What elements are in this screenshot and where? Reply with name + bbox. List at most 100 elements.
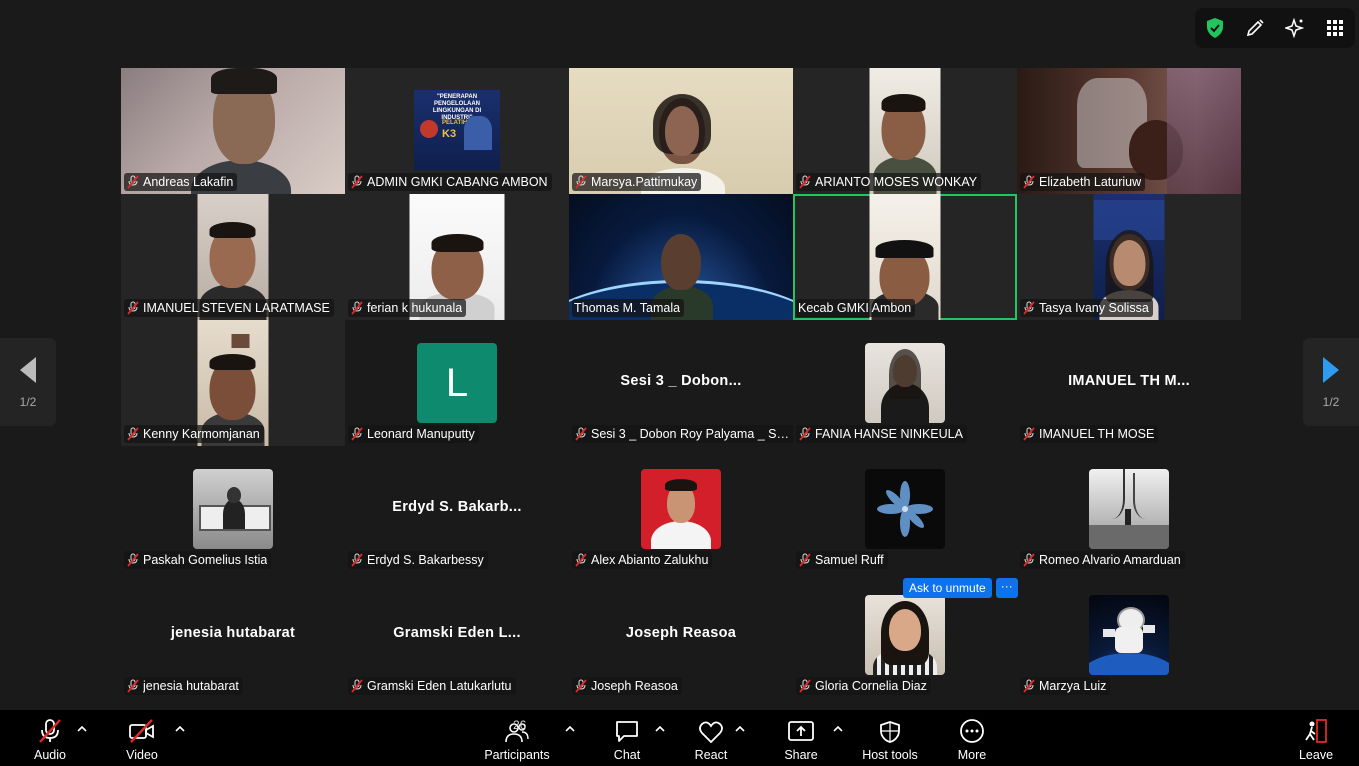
participant-tile[interactable]: Thomas M. Tamala bbox=[569, 194, 793, 320]
participant-name: Kenny Karmomjanan bbox=[143, 427, 260, 441]
microphone-muted-icon bbox=[39, 719, 61, 743]
participant-tile[interactable]: Paskah Gomelius Istia bbox=[121, 446, 345, 572]
participant-name-tag: Alex Abianto Zalukhu bbox=[572, 551, 713, 569]
participant-tile[interactable]: Joseph Reasoa Joseph Reasoa bbox=[569, 572, 793, 698]
microphone-muted-icon bbox=[127, 301, 139, 315]
participant-name-tag: Marzya Luiz bbox=[1020, 677, 1111, 695]
share-screen-icon bbox=[788, 721, 814, 741]
participant-name: Leonard Manuputty bbox=[367, 427, 475, 441]
microphone-muted-icon bbox=[127, 427, 139, 441]
participant-name-tag: Samuel Ruff bbox=[796, 551, 888, 569]
participant-name-tag: ADMIN GMKI CABANG AMBON bbox=[348, 173, 552, 191]
annotate-pen-icon[interactable] bbox=[1243, 16, 1267, 40]
chat-options-chevron-up-icon[interactable] bbox=[653, 722, 667, 736]
participant-name-tag: Gloria Cornelia Diaz bbox=[796, 677, 931, 695]
share-screen-button[interactable]: Share bbox=[766, 718, 836, 762]
participant-name: Andreas Lakafin bbox=[143, 175, 234, 189]
video-options-chevron-up-icon[interactable] bbox=[173, 722, 187, 736]
participant-tile[interactable]: Kenny Karmomjanan bbox=[121, 320, 345, 446]
more-button[interactable]: More bbox=[937, 718, 1007, 762]
microphone-muted-icon bbox=[1023, 679, 1035, 693]
share-options-chevron-up-icon[interactable] bbox=[831, 722, 845, 736]
participant-name-tag: Elizabeth Laturiuw bbox=[1020, 173, 1146, 191]
microphone-muted-icon bbox=[351, 553, 363, 567]
participant-tile[interactable]: Erdyd S. Bakarb... Erdyd S. Bakarbessy bbox=[345, 446, 569, 572]
participant-name: Tasya Ivany Solissa bbox=[1039, 301, 1149, 315]
participant-name: ferian k hukunala bbox=[367, 301, 463, 315]
participant-name: Erdyd S. Bakarbessy bbox=[367, 553, 484, 567]
host-tools-button[interactable]: Host tools bbox=[855, 718, 925, 762]
participant-name: Paskah Gomelius Istia bbox=[143, 553, 268, 567]
shield-icon bbox=[880, 721, 900, 743]
more-dots-icon bbox=[960, 719, 984, 743]
next-page-button[interactable]: 1/2 bbox=[1303, 338, 1359, 426]
video-button[interactable]: Video bbox=[107, 718, 177, 762]
participant-name-tag: Sesi 3 _ Dobon Roy Palyama _ St... bbox=[572, 425, 793, 443]
participant-name-tag: IMANUEL STEVEN LARATMASE bbox=[124, 299, 334, 317]
microphone-muted-icon bbox=[351, 301, 363, 315]
more-label: More bbox=[957, 748, 987, 762]
react-options-chevron-up-icon[interactable] bbox=[733, 722, 747, 736]
chat-label: Chat bbox=[613, 748, 641, 762]
participant-name-tag: Joseph Reasoa bbox=[572, 677, 682, 695]
heart-reaction-icon bbox=[699, 721, 723, 744]
participants-options-chevron-up-icon[interactable] bbox=[563, 722, 577, 736]
ask-to-unmute-button[interactable]: Ask to unmute bbox=[903, 578, 992, 598]
participant-tile[interactable]: Andreas Lakafin bbox=[121, 68, 345, 194]
security-shield-icon[interactable] bbox=[1203, 16, 1227, 40]
participant-name-tag: ARIANTO MOSES WONKAY bbox=[796, 173, 982, 191]
participant-tile[interactable]: Marsya.Pattimukay bbox=[569, 68, 793, 194]
participants-button[interactable]: 26 Participants bbox=[482, 718, 552, 762]
participant-tile[interactable]: Gramski Eden L... Gramski Eden Latukarlu… bbox=[345, 572, 569, 698]
participant-tile[interactable]: Sesi 3 _ Dobon... Sesi 3 _ Dobon Roy Pal… bbox=[569, 320, 793, 446]
microphone-muted-icon bbox=[799, 553, 811, 567]
participant-tile[interactable]: jenesia hutabarat jenesia hutabarat bbox=[121, 572, 345, 698]
meeting-controls-toolbar: Audio Video 26 Participants Chat React S… bbox=[0, 710, 1359, 766]
participant-tile[interactable]: IMANUEL TH M... IMANUEL TH MOSE bbox=[1017, 320, 1241, 446]
participant-name: Romeo Alvario Amarduan bbox=[1039, 553, 1181, 567]
microphone-muted-icon bbox=[575, 175, 587, 189]
microphone-muted-icon bbox=[575, 427, 587, 441]
poster-person bbox=[464, 116, 492, 150]
chat-button[interactable]: Chat bbox=[592, 718, 662, 762]
participant-tile[interactable]: Elizabeth Laturiuw bbox=[1017, 68, 1241, 194]
participant-tile[interactable]: Tasya Ivany Solissa bbox=[1017, 194, 1241, 320]
video-camera-off-icon bbox=[129, 719, 154, 743]
participant-tile[interactable]: Alex Abianto Zalukhu bbox=[569, 446, 793, 572]
participant-name: Sesi 3 _ Dobon Roy Palyama _ St... bbox=[591, 427, 790, 441]
profile-photo bbox=[1089, 595, 1169, 675]
participant-tile[interactable]: L Leonard Manuputty bbox=[345, 320, 569, 446]
participant-display-name: IMANUEL TH M... bbox=[1068, 373, 1190, 389]
top-right-toolbar bbox=[1195, 8, 1355, 48]
profile-photo bbox=[865, 343, 945, 423]
react-label: React bbox=[694, 748, 728, 762]
participant-name: IMANUEL STEVEN LARATMASE bbox=[143, 301, 330, 315]
participant-name-tag: ferian k hukunala bbox=[348, 299, 467, 317]
participant-name-tag: Kecab GMKI Ambon bbox=[796, 299, 916, 317]
poster-k3: K3 bbox=[442, 128, 457, 140]
apps-grid-icon[interactable] bbox=[1323, 16, 1347, 40]
participant-name-tag: Andreas Lakafin bbox=[124, 173, 238, 191]
participant-name: Marsya.Pattimukay bbox=[591, 175, 698, 189]
ai-companion-sparkle-icon[interactable] bbox=[1283, 16, 1307, 40]
participant-tile[interactable]: "PENERAPAN PENGELOLAAN LINGKUNGAN DI IND… bbox=[345, 68, 569, 194]
leave-meeting-button[interactable]: Leave bbox=[1281, 718, 1351, 762]
participant-tile[interactable]: FANIA HANSE NINKEULA bbox=[793, 320, 1017, 446]
participant-tile[interactable]: Romeo Alvario Amarduan bbox=[1017, 446, 1241, 572]
participant-tile[interactable]: Samuel Ruff bbox=[793, 446, 1017, 572]
participant-tile[interactable]: IMANUEL STEVEN LARATMASE bbox=[121, 194, 345, 320]
microphone-muted-icon bbox=[351, 427, 363, 441]
participant-name-tag: Paskah Gomelius Istia bbox=[124, 551, 272, 569]
audio-options-chevron-up-icon[interactable] bbox=[75, 722, 89, 736]
participant-more-options-button[interactable]: ··· bbox=[995, 578, 1018, 598]
participant-tile[interactable]: Marzya Luiz bbox=[1017, 572, 1241, 698]
microphone-muted-icon bbox=[1023, 301, 1035, 315]
participant-tile-active-speaker[interactable]: Kecab GMKI Ambon bbox=[793, 194, 1017, 320]
participant-tile[interactable]: ARIANTO MOSES WONKAY bbox=[793, 68, 1017, 194]
participant-name-tag: FANIA HANSE NINKEULA bbox=[796, 425, 967, 443]
previous-page-button[interactable]: 1/2 bbox=[0, 338, 56, 426]
participant-display-name: jenesia hutabarat bbox=[170, 625, 296, 641]
leave-exit-icon bbox=[1305, 719, 1327, 743]
participant-tile[interactable]: ferian k hukunala bbox=[345, 194, 569, 320]
shared-poster-image: "PENERAPAN PENGELOLAAN LINGKUNGAN DI IND… bbox=[414, 90, 500, 170]
